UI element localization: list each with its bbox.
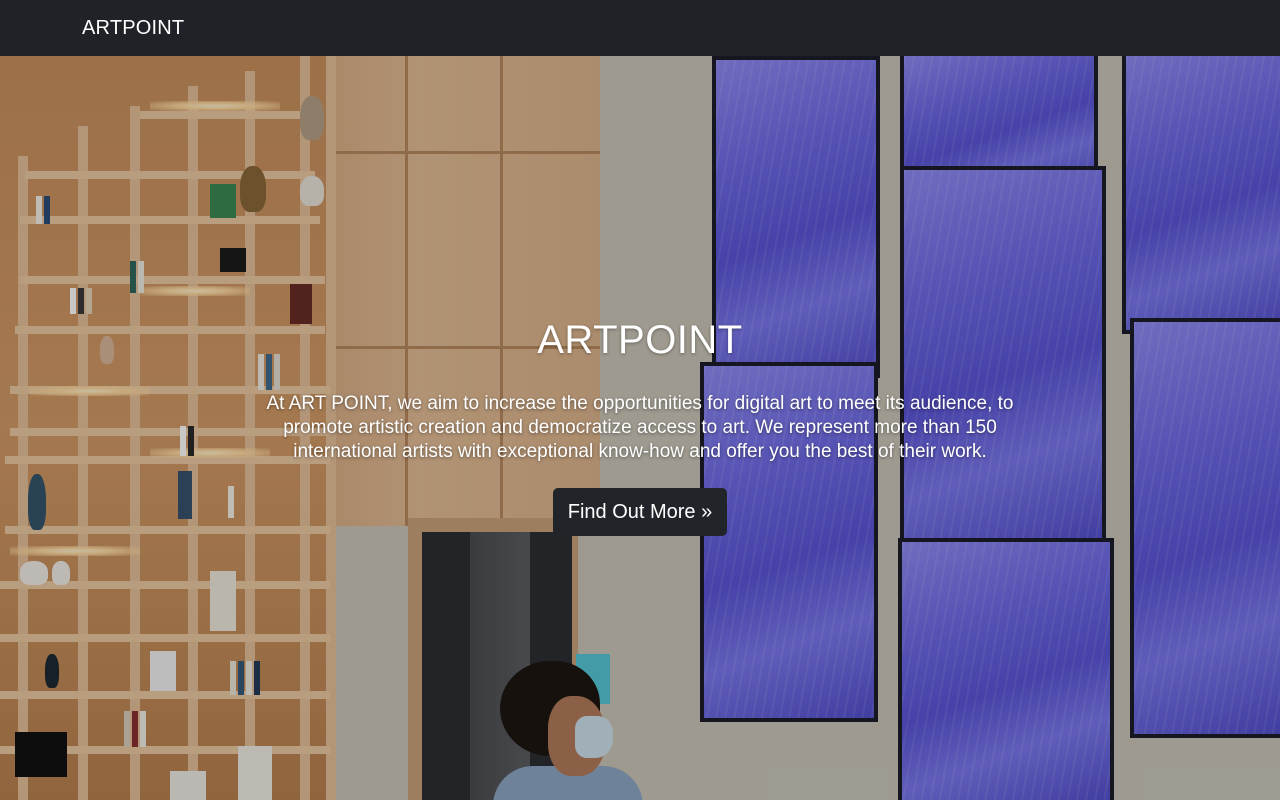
hero-description: At ART POINT, we aim to increase the opp… bbox=[266, 393, 1014, 462]
hero-section: ARTPOINT At ART POINT, we aim to increas… bbox=[0, 56, 1280, 800]
brand-logo-link[interactable]: ARTPOINT bbox=[82, 17, 184, 40]
hero-title: ARTPOINT bbox=[537, 318, 743, 362]
hero-content: ARTPOINT At ART POINT, we aim to increas… bbox=[0, 56, 1280, 800]
top-navbar: ARTPOINT bbox=[0, 0, 1280, 56]
find-out-more-button[interactable]: Find Out More » bbox=[553, 488, 727, 536]
